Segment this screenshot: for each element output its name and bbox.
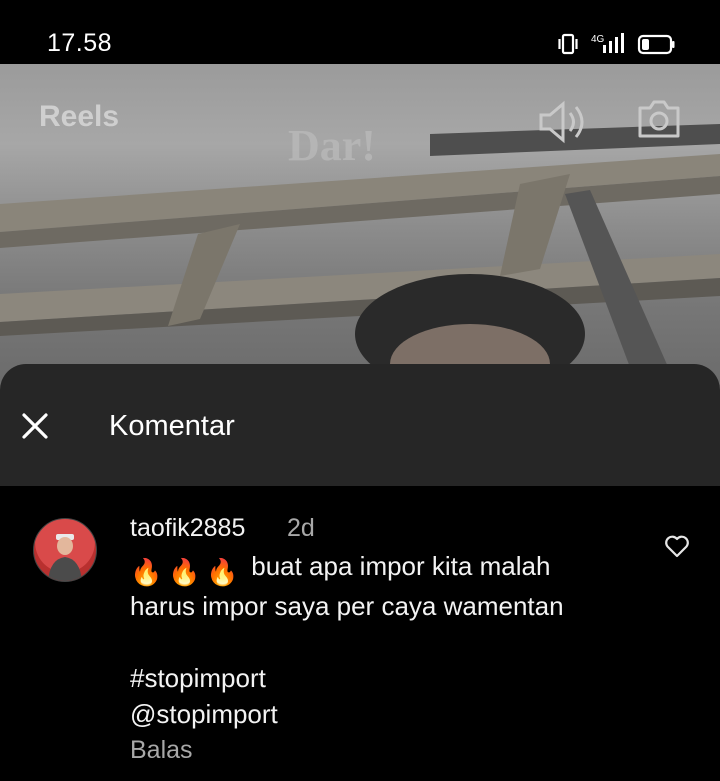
speaker-icon[interactable] [538,98,590,146]
vibrate-icon [558,33,578,55]
comment-hashtag[interactable]: #stopimport [130,660,660,696]
reply-button[interactable]: Balas [130,736,193,765]
close-icon[interactable] [21,412,49,440]
status-bar: 17.58 4G [0,0,720,64]
status-time: 17.58 [47,29,113,57]
comment-mention[interactable]: @stopimport [130,696,660,732]
comment-text: 🔥 🔥 🔥 buat apa impor kita malah harus impo… [130,548,660,732]
fire-emoji-group: 🔥 🔥 🔥 [130,551,251,587]
network-label: 4G [591,34,605,45]
comments-header: Komentar [0,364,720,486]
signal-icon: 4G [591,33,624,53]
fire-emoji: 🔥 [168,557,201,587]
battery-icon [637,34,675,55]
comment-list: taofik2885 2d 🔥 🔥 🔥 buat apa impor kita ma… [0,486,720,781]
avatar-image [48,534,82,581]
heart-outline-icon[interactable] [664,534,690,558]
fire-emoji: 🔥 [130,557,163,587]
camera-icon[interactable] [636,98,682,140]
reels-label: Reels [39,100,120,133]
comment-blank-line [130,624,660,660]
avatar[interactable] [33,518,97,582]
reel-video-background: Reels Dar! [0,64,720,394]
comment-timestamp: 2d [287,514,315,542]
comment-text-line1: buat apa impor kita malah [251,551,551,581]
comment-username[interactable]: taofik2885 [130,514,245,543]
comment-text-line2: harus impor saya per caya wamentan [130,591,564,621]
fire-emoji: 🔥 [206,557,239,587]
status-icons: 4G [558,30,676,60]
watermark-logo: Dar! [288,121,376,170]
sheet-title: Komentar [109,410,235,442]
comment-line-1: 🔥 🔥 🔥 buat apa impor kita malah [130,548,660,588]
comments-sheet: Komentar taofik2885 2d 🔥 🔥 🔥 buat apa impo… [0,364,720,781]
